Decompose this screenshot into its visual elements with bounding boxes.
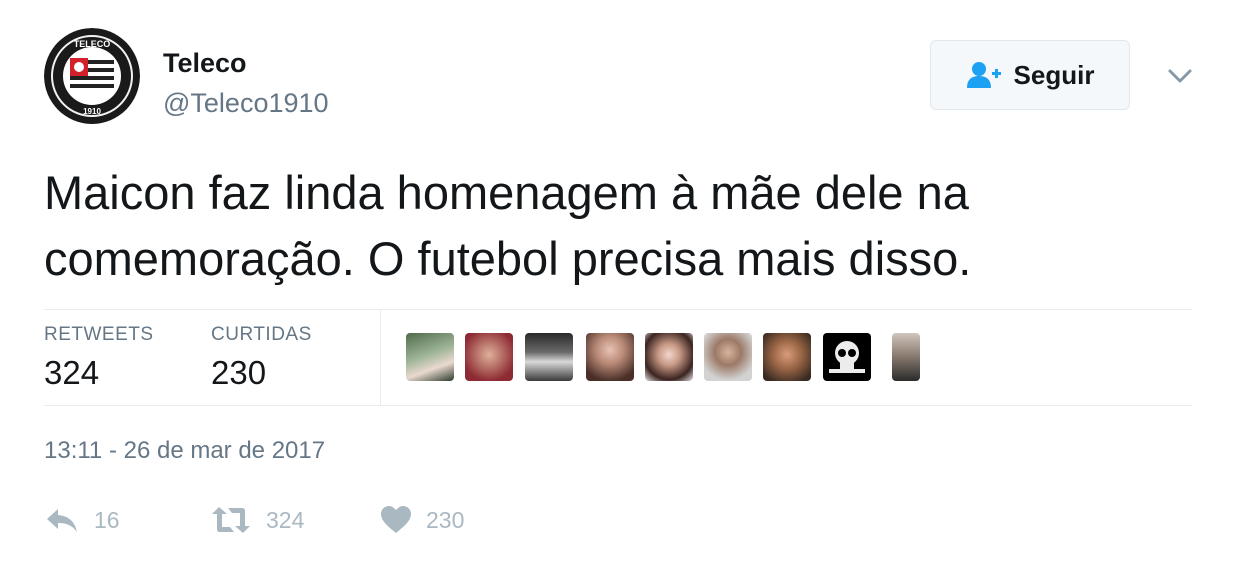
liker-avatar[interactable] [823,333,871,381]
chevron-down-icon [1168,69,1192,83]
tweet-timestamp[interactable]: 13:11 - 26 de mar de 2017 [44,437,325,465]
display-name[interactable]: Teleco [163,48,247,79]
reply-button[interactable]: 16 [44,502,120,538]
like-button[interactable]: 230 [380,502,464,538]
user-avatar[interactable]: TELECO 1910 [44,28,140,124]
follow-button-label: Seguir [1013,59,1095,90]
like-count: 230 [426,506,465,533]
likes-label: CURTIDAS [211,324,312,345]
divider [44,309,1192,310]
liker-avatar[interactable] [465,333,513,381]
liker-avatar[interactable] [406,333,454,381]
liker-avatar[interactable] [645,333,693,381]
retweet-button[interactable]: 324 [210,502,304,538]
tweet-card: TELECO 1910 Teleco @Teleco1910 Seguir Ma… [0,0,1233,575]
retweet-icon [212,507,250,533]
heart-icon [381,506,411,533]
teleco-logo-icon: TELECO 1910 [44,28,140,124]
user-handle[interactable]: @Teleco1910 [163,88,329,119]
liker-avatar[interactable] [704,333,752,381]
avatar-text-top: TELECO [74,39,111,49]
avatar-text-bottom: 1910 [83,107,101,116]
retweets-label: RETWEETS [44,324,154,345]
divider [44,405,1192,406]
liker-avatar[interactable] [763,333,811,381]
retweet-count: 324 [266,506,305,533]
skull-icon [829,341,865,373]
follow-user-icon [966,62,1001,88]
tweet-text: Maicon faz linda homenagem à mãe dele na… [44,166,972,285]
stats-separator [380,310,381,405]
follow-button[interactable]: Seguir [930,40,1130,110]
retweets-value: 324 [44,354,100,391]
reply-icon [47,509,77,532]
retweets-stat[interactable]: RETWEETS 324 [44,324,154,392]
reply-count: 16 [94,506,120,533]
likes-value: 230 [211,354,267,391]
more-options-button[interactable] [1166,62,1194,90]
liker-avatar[interactable] [586,333,634,381]
likes-stat[interactable]: CURTIDAS 230 [211,324,312,392]
liker-avatar[interactable] [525,333,573,381]
liker-avatar[interactable] [892,333,920,381]
